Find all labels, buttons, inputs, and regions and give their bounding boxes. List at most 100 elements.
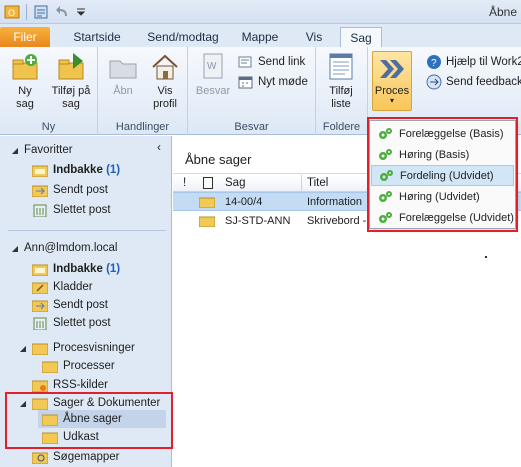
rss-feeds[interactable]: RSS-kilder xyxy=(32,376,108,394)
collapse-triangle-icon: ◢ xyxy=(19,398,27,408)
process-views[interactable]: ◢ Procesvisninger xyxy=(18,339,135,357)
new-meeting-label: Nyt møde xyxy=(258,76,308,88)
drafts-cases-folder[interactable]: Udkast xyxy=(42,428,99,446)
tab-send-modtag[interactable]: Send/modtag xyxy=(140,27,226,48)
process-gear-icon xyxy=(379,190,392,202)
tab-mappe[interactable]: Mappe xyxy=(234,27,286,48)
add-list-button[interactable]: Tilføj liste xyxy=(320,51,362,111)
list-icon xyxy=(329,53,353,80)
proces-button[interactable]: Proces ▾ xyxy=(372,51,412,111)
feedback-icon xyxy=(426,74,442,90)
open-cases-folder[interactable]: Åbne sager xyxy=(38,410,166,428)
group-ny: Ny sag Tilføj på sag Ny xyxy=(0,47,98,135)
customize-icon[interactable] xyxy=(75,2,87,21)
processes-folder[interactable]: Processer xyxy=(42,357,115,375)
column-titel[interactable]: Titel xyxy=(307,177,328,189)
send-link-button[interactable]: Send link xyxy=(238,53,305,71)
qat-separator xyxy=(26,3,27,20)
new-case-button[interactable]: Ny sag xyxy=(4,51,46,111)
case-number: 14-00/4 xyxy=(225,196,263,208)
account-sent[interactable]: Sendt post xyxy=(32,296,108,314)
outlook-icon[interactable]: O xyxy=(2,2,22,21)
account-deleted[interactable]: Slettet post xyxy=(32,314,111,332)
menu-item-forelaeggelse-basis[interactable]: Forelæggelse (Basis) xyxy=(371,123,514,144)
doc-icon[interactable] xyxy=(203,177,213,192)
case-title: Information xyxy=(307,196,363,208)
search-folders[interactable]: Søgemapper xyxy=(32,448,119,466)
tab-sag[interactable]: Sag xyxy=(340,27,382,49)
open-button[interactable]: Åbn xyxy=(102,51,144,98)
deleted-folder-icon xyxy=(33,317,47,330)
menu-item-fordeling-udvidet[interactable]: Fordeling (Udvidet) xyxy=(371,165,514,186)
title-bar: O Åbne xyxy=(0,0,521,24)
svg-text:W: W xyxy=(207,61,217,72)
help-label: Hjælp til Work2 xyxy=(446,56,521,68)
favorites-header[interactable]: ◢ Favoritter xyxy=(10,141,73,159)
new-meeting-button[interactable]: Nyt møde xyxy=(238,73,308,91)
add-to-case-button[interactable]: Tilføj på sag xyxy=(46,51,96,111)
menu-item-horing-udvidet[interactable]: Høring (Udvidet) xyxy=(371,186,514,207)
case-folder-icon xyxy=(198,196,216,211)
navigation-pane: ‹ ◢ Favoritter Indbakke (1) Sendt post S… xyxy=(0,136,172,467)
collapse-pane-icon[interactable]: ‹ xyxy=(157,140,161,154)
help-icon: ? xyxy=(427,55,441,69)
add-list-label: Tilføj liste xyxy=(329,85,353,110)
collapse-triangle-icon: ◢ xyxy=(11,145,19,155)
send-feedback-label: Send feedback xyxy=(446,76,521,88)
menu-item-forelaeggelse-udvidet[interactable]: Forelæggelse (Udvidet) xyxy=(371,207,514,228)
collapse-triangle-icon: ◢ xyxy=(11,243,19,253)
account-drafts[interactable]: Kladder xyxy=(32,278,93,296)
folder-icon xyxy=(32,398,48,410)
group-foldere: Tilføj liste Foldere xyxy=(316,47,368,135)
sent-folder-icon xyxy=(32,300,48,312)
add-to-case-label: Tilføj på sag xyxy=(51,85,91,110)
fav-deleted[interactable]: Slettet post xyxy=(32,201,111,219)
reply-button[interactable]: W Besvar xyxy=(192,51,234,98)
inbox-folder-icon xyxy=(32,165,48,177)
group-label-ny: Ny xyxy=(41,121,56,133)
folder-icon xyxy=(42,432,58,444)
svg-text:?: ? xyxy=(431,58,437,69)
page-title: Åbne sager xyxy=(185,152,252,167)
group-label-handlinger: Handlinger xyxy=(115,121,170,133)
deleted-folder-icon xyxy=(33,204,47,217)
group-handlinger: Åbn Vis profil Handlinger xyxy=(98,47,188,135)
fav-sent[interactable]: Sendt post xyxy=(32,181,108,199)
account-inbox[interactable]: Indbakke (1) xyxy=(32,260,120,278)
tab-startside[interactable]: Startside xyxy=(64,27,130,48)
search-folder-icon xyxy=(32,452,48,464)
case-folder-icon xyxy=(198,215,216,230)
send-feedback-button[interactable]: Send feedback xyxy=(426,73,521,91)
window-title: Åbne xyxy=(488,5,517,19)
menu-item-horing-basis[interactable]: Høring (Basis) xyxy=(371,144,514,165)
group-besvar: W Besvar Send link Nyt møde Besvar xyxy=(188,47,316,135)
double-chevron-icon xyxy=(380,60,404,78)
account-header[interactable]: ◢ Ann@lmdom.local xyxy=(10,239,118,257)
process-gear-icon xyxy=(379,148,392,160)
sort-flag-icon[interactable]: ! xyxy=(183,177,186,189)
open-folder-icon xyxy=(109,60,137,79)
reply-label: Besvar xyxy=(195,85,231,97)
send-receive-icon[interactable] xyxy=(31,2,51,21)
house-icon xyxy=(152,54,178,80)
process-gear-icon xyxy=(380,169,393,181)
sent-folder-icon xyxy=(32,185,48,197)
tab-filer[interactable]: Filer xyxy=(0,27,50,48)
folder-icon xyxy=(42,361,58,373)
case-number: SJ-STD-ANN xyxy=(225,215,291,227)
inbox-folder-icon xyxy=(32,264,48,276)
proces-dropdown-menu: Forelæggelse (Basis) Høring (Basis) Ford… xyxy=(369,120,516,229)
column-sag[interactable]: Sag xyxy=(225,177,245,189)
column-divider xyxy=(301,175,302,191)
show-profile-button[interactable]: Vis profil xyxy=(144,51,186,111)
tab-vis[interactable]: Vis xyxy=(296,27,332,48)
help-button[interactable]: ? Hjælp til Work2 xyxy=(426,53,521,71)
new-case-icon xyxy=(12,54,38,80)
group-label-foldere: Foldere xyxy=(322,121,361,133)
case-title: Skrivebord - xyxy=(307,215,367,227)
fav-inbox[interactable]: Indbakke (1) xyxy=(32,161,120,179)
undo-icon[interactable] xyxy=(53,2,73,21)
process-gear-icon xyxy=(379,211,392,223)
rss-folder-icon xyxy=(32,380,48,392)
drafts-folder-icon xyxy=(32,282,48,294)
